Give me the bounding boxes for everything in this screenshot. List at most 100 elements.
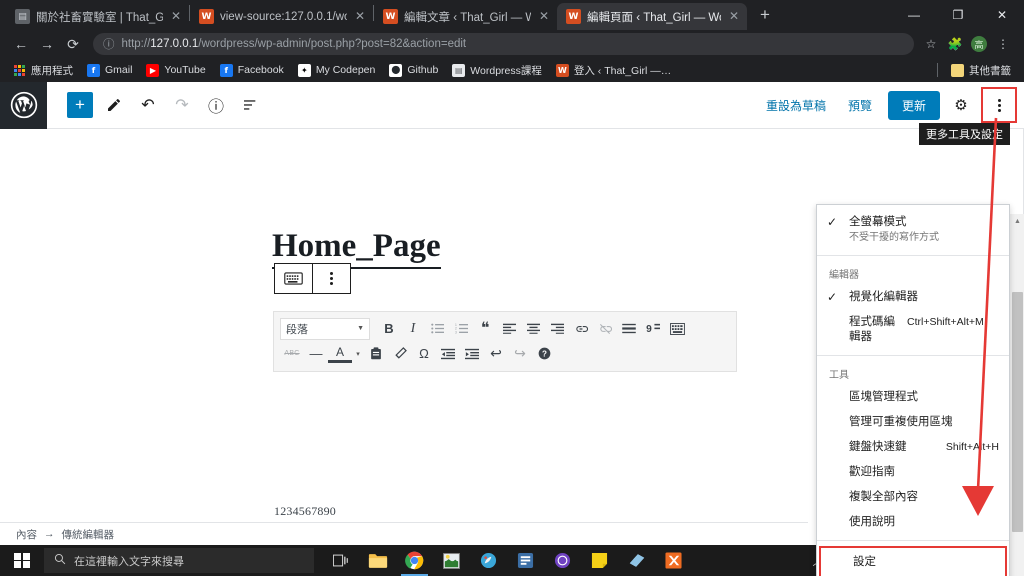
browser-tab-1[interactable]: W view-source:127.0.0.1/wordpre ✕ xyxy=(190,3,373,30)
italic-button[interactable]: I xyxy=(401,318,425,340)
menu-item-settings[interactable]: 設定 xyxy=(819,546,1007,576)
menu-item-code-editor[interactable]: 程式碼編輯器 Ctrl+Shift+Alt+M xyxy=(817,310,1009,350)
browser-tab-3-active[interactable]: W 編輯頁面 ‹ That_Girl — WordPr ✕ xyxy=(557,3,747,30)
bookmark-wordpress-course[interactable]: ▤ Wordpress課程 xyxy=(445,61,549,80)
check-icon: ✓ xyxy=(827,215,838,229)
menu-item-fullscreen-mode[interactable]: ✓ 全螢幕模式 不受干擾的寫作方式 xyxy=(817,210,1009,250)
undo-button[interactable]: ↩ xyxy=(484,343,508,365)
more-tools-menu: ✓ 全螢幕模式 不受干擾的寫作方式 編輯器 ✓ 視覺化編輯器 程式碼編輯器 Ct… xyxy=(816,204,1010,576)
clear-formatting-button[interactable] xyxy=(388,343,412,365)
maximize-button[interactable]: ❐ xyxy=(936,0,980,30)
block-navigation-button[interactable] xyxy=(233,88,267,122)
tab-close-icon[interactable]: ✕ xyxy=(537,9,551,24)
indent-button[interactable] xyxy=(460,343,484,365)
other-bookmarks-button[interactable]: 其他書籤 xyxy=(944,61,1018,80)
tab-close-icon[interactable]: ✕ xyxy=(727,9,741,24)
wordpress-logo-icon[interactable] xyxy=(0,81,47,129)
browser-tab-2[interactable]: W 編輯文章 ‹ That_Girl — WordPr ✕ xyxy=(374,3,557,30)
special-character-button[interactable]: Ω xyxy=(412,343,436,365)
toolbar-toggle-button[interactable]: 9 xyxy=(641,318,665,340)
block-options-button[interactable] xyxy=(313,264,350,293)
menu-item-help[interactable]: 使用說明 xyxy=(817,510,1009,535)
chrome-icon[interactable] xyxy=(396,545,433,576)
xampp-icon[interactable] xyxy=(655,545,692,576)
preview-button[interactable]: 預覽 xyxy=(837,91,883,120)
strikethrough-button[interactable]: ABC xyxy=(280,343,304,365)
bookmark-facebook[interactable]: f Facebook xyxy=(213,62,291,79)
sticky-notes-icon[interactable] xyxy=(581,545,618,576)
menu-item-label: 區塊管理程式 xyxy=(849,391,918,403)
bookmark-youtube[interactable]: ▶ YouTube xyxy=(139,62,212,79)
read-more-button[interactable] xyxy=(617,318,641,340)
bulleted-list-button[interactable] xyxy=(425,318,449,340)
redo-button[interactable]: ↪ xyxy=(508,343,532,365)
bookmark-star-icon[interactable]: ☆ xyxy=(920,33,942,55)
github-desktop-icon[interactable] xyxy=(544,545,581,576)
align-right-button[interactable] xyxy=(545,318,569,340)
menu-item-welcome-guide[interactable]: 歡迎指南 xyxy=(817,460,1009,485)
back-button[interactable]: ← xyxy=(8,31,34,57)
chrome-menu-icon[interactable]: ⋮ xyxy=(992,33,1014,55)
task-view-icon[interactable] xyxy=(322,545,359,576)
switch-to-draft-button[interactable]: 重設為草稿 xyxy=(755,91,837,120)
site-info-icon[interactable]: ⓘ xyxy=(103,36,115,52)
taskbar-search-input[interactable]: 在這裡輸入文字來搜尋 xyxy=(44,548,314,573)
puzzle-icon[interactable]: 🧩 xyxy=(944,33,966,55)
remove-link-button[interactable] xyxy=(593,318,617,340)
start-button[interactable] xyxy=(0,545,44,576)
menu-item-manage-reusable-blocks[interactable]: 管理可重複使用區塊 xyxy=(817,410,1009,435)
bold-button[interactable]: B xyxy=(377,318,401,340)
bookmark-codepen[interactable]: ✦ My Codepen xyxy=(291,62,383,79)
fullscreen-button[interactable] xyxy=(665,318,689,340)
scroll-up-arrow-icon[interactable]: ▲ xyxy=(1010,214,1024,229)
minimize-button[interactable]: — xyxy=(892,0,936,30)
reload-button[interactable]: ⟳ xyxy=(60,31,86,57)
numbered-list-button[interactable]: 123 xyxy=(449,318,473,340)
keyboard-shortcuts-button[interactable]: ? xyxy=(532,343,556,365)
align-left-button[interactable] xyxy=(497,318,521,340)
paste-as-text-button[interactable] xyxy=(364,343,388,365)
avatar[interactable]: 高 xyxy=(968,33,990,55)
scrollbar-thumb[interactable] xyxy=(1012,292,1023,532)
file-explorer-icon[interactable] xyxy=(359,545,396,576)
tab-close-icon[interactable]: ✕ xyxy=(353,9,367,24)
outdent-button[interactable] xyxy=(436,343,460,365)
more-tools-button[interactable] xyxy=(981,87,1017,123)
bookmark-apps[interactable]: 應用程式 xyxy=(6,61,80,80)
url-input[interactable]: ⓘ http://127.0.0.1/wordpress/wp-admin/po… xyxy=(93,33,914,55)
close-window-button[interactable]: ✕ xyxy=(980,0,1024,30)
browser-tab-0[interactable]: ▤ 關於社畜實驗室 | That_Girl ✕ xyxy=(6,3,189,30)
editor-body-text[interactable]: 1234567890 xyxy=(274,504,336,519)
gear-icon[interactable]: ⚙ xyxy=(944,88,978,122)
unknown-app-icon[interactable] xyxy=(507,545,544,576)
bookmark-wp-login[interactable]: W 登入 ‹ That_Girl —… xyxy=(549,61,678,80)
sidebar-scrollbar[interactable]: ▲ ▼ xyxy=(1009,214,1024,576)
text-color-button[interactable]: A xyxy=(328,345,352,363)
format-select[interactable]: 段落 ▼ xyxy=(280,317,370,340)
menu-item-block-manager[interactable]: 區塊管理程式 xyxy=(817,385,1009,410)
blockquote-button[interactable]: ❝ xyxy=(473,318,497,340)
undo-button[interactable]: ↶ xyxy=(131,88,165,122)
bookmark-github[interactable]: ⬤ Github xyxy=(382,62,445,79)
align-center-button[interactable] xyxy=(521,318,545,340)
menu-item-keyboard-shortcuts[interactable]: 鍵盤快速鍵 Shift+Alt+H xyxy=(817,435,1009,460)
paint-app-icon[interactable] xyxy=(433,545,470,576)
new-tab-button[interactable]: + xyxy=(751,1,779,29)
keyboard-icon[interactable] xyxy=(275,264,312,293)
menu-item-copy-all-content[interactable]: 複製全部內容 xyxy=(817,485,1009,510)
edit-pencil-button[interactable] xyxy=(97,88,131,122)
text-color-caret-icon[interactable]: ▾ xyxy=(352,343,364,365)
bookmark-gmail[interactable]: f Gmail xyxy=(80,62,139,79)
breadcrumb-item-classic-editor[interactable]: 傳統編輯器 xyxy=(62,527,115,542)
horizontal-rule-button[interactable]: — xyxy=(304,343,328,365)
insert-link-button[interactable] xyxy=(569,318,593,340)
info-button[interactable]: ⓘ xyxy=(199,88,233,122)
snip-tool-icon[interactable] xyxy=(618,545,655,576)
menu-item-visual-editor[interactable]: ✓ 視覺化編輯器 xyxy=(817,285,1009,310)
add-block-button[interactable]: + xyxy=(63,88,97,122)
paint3d-icon[interactable] xyxy=(470,545,507,576)
tab-close-icon[interactable]: ✕ xyxy=(169,9,183,24)
forward-button[interactable]: → xyxy=(34,31,60,57)
update-button[interactable]: 更新 xyxy=(887,90,940,120)
breadcrumb-item-content[interactable]: 內容 xyxy=(16,527,37,542)
